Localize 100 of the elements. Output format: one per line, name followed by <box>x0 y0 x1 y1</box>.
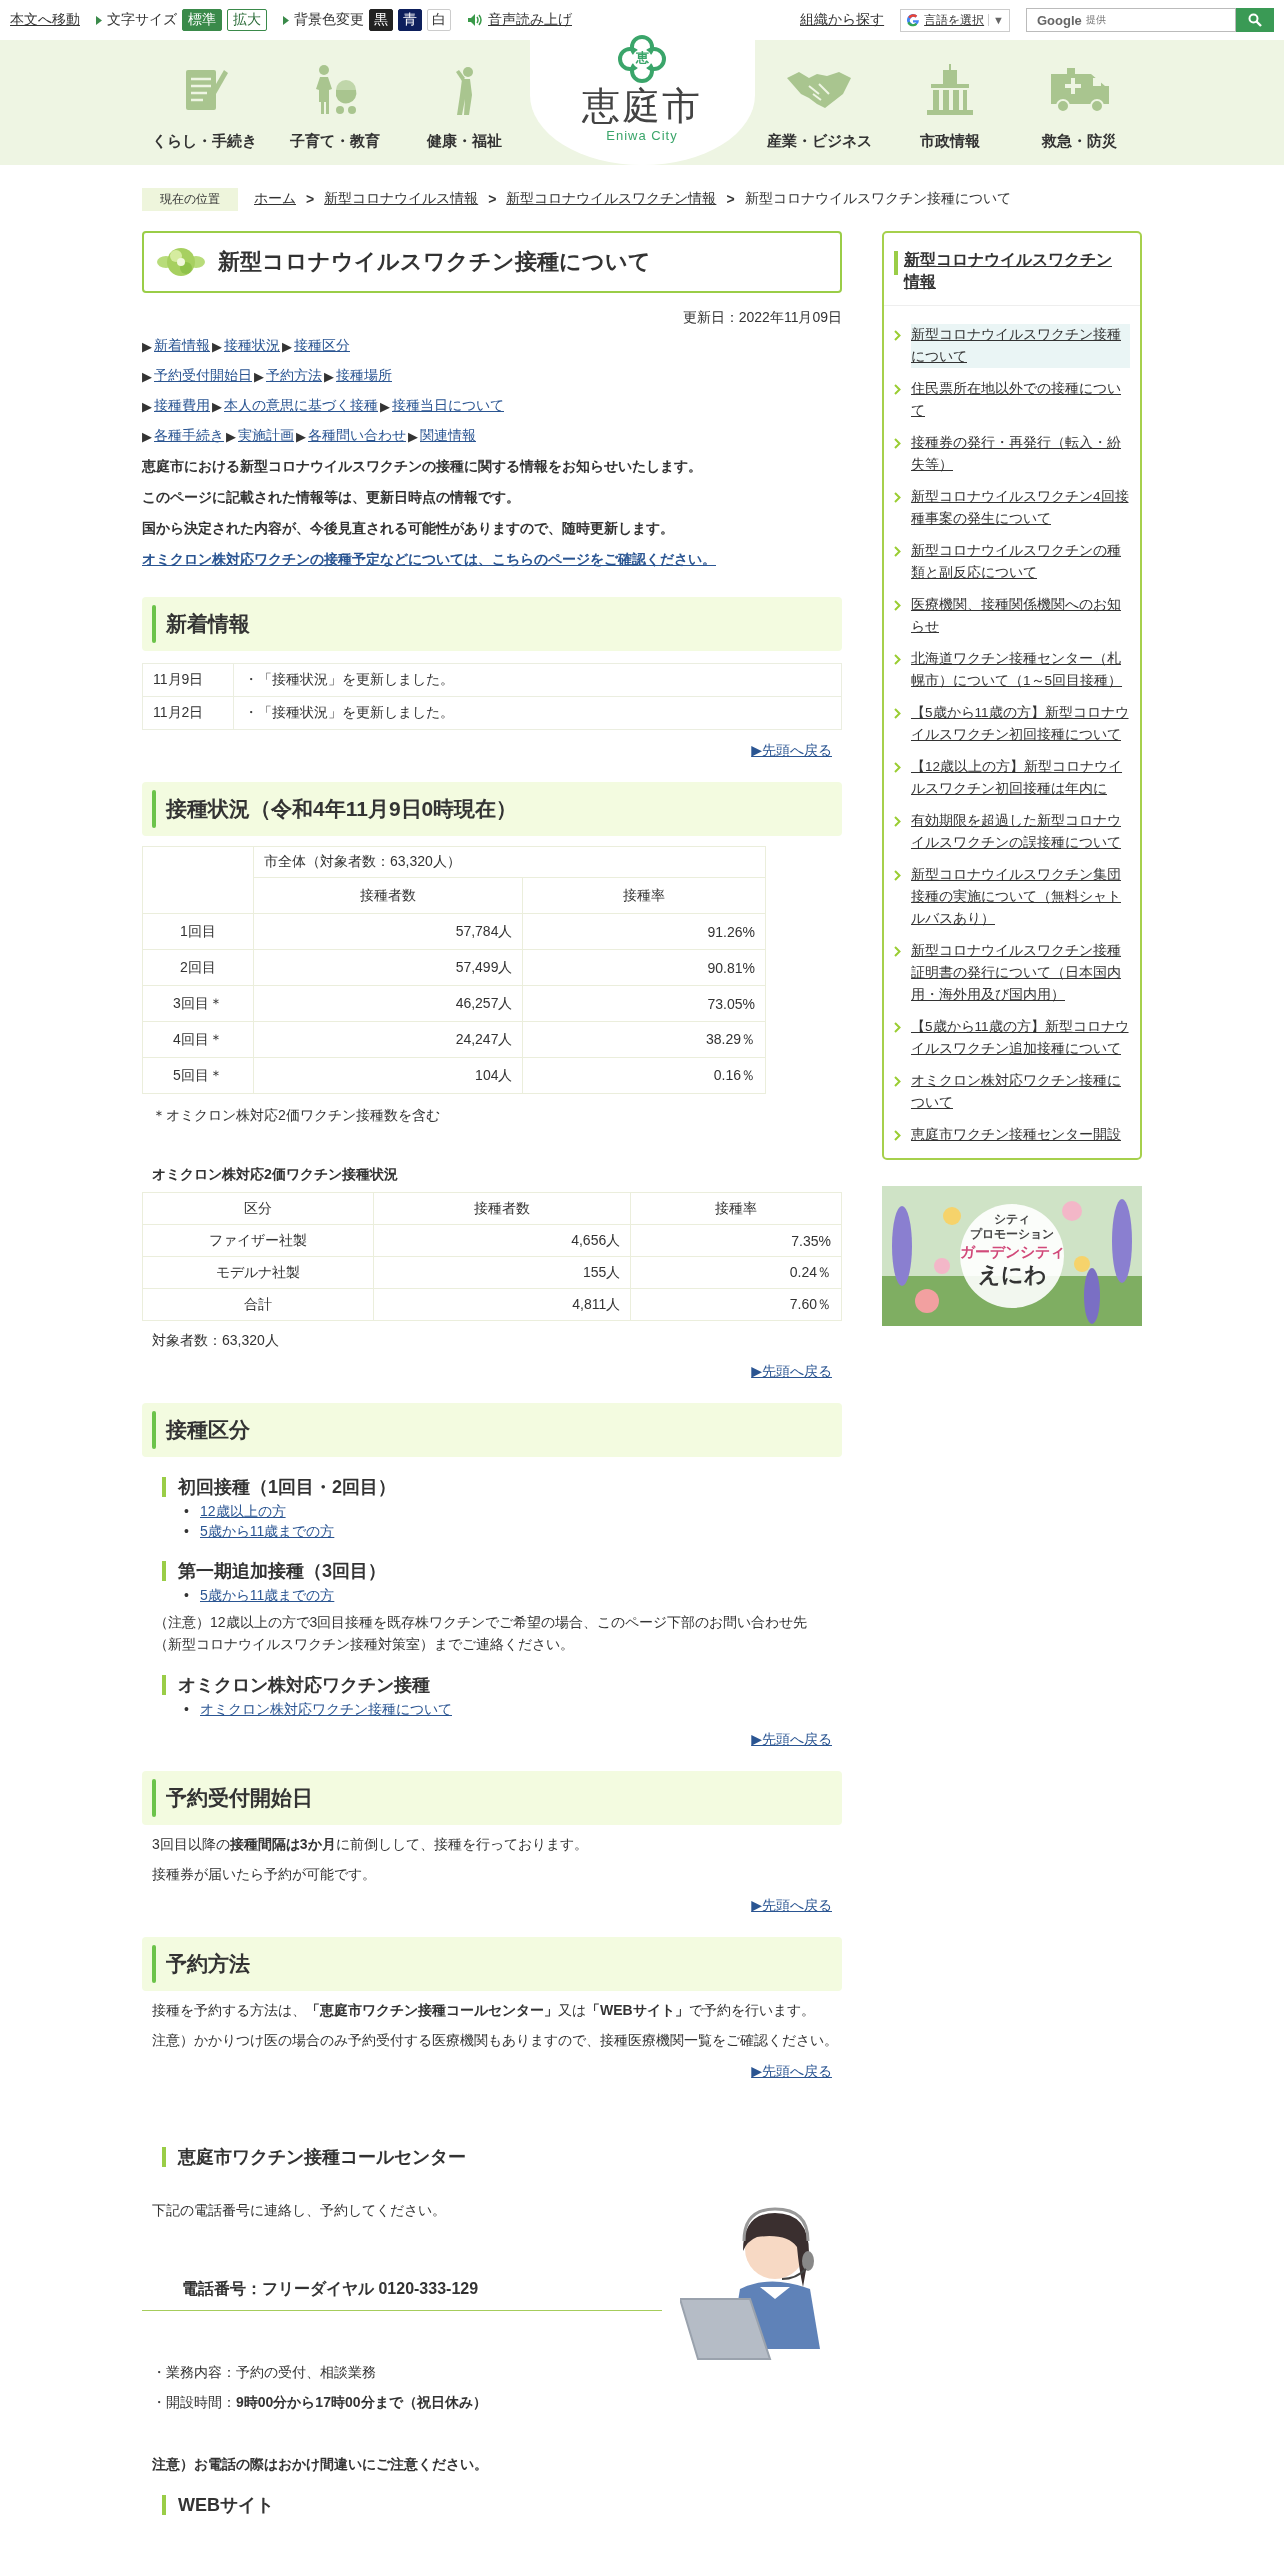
intro-text: このページに記載された情報等は、更新日時点の情報です。 <box>142 488 521 507</box>
anchor-link[interactable]: 各種問い合わせ <box>308 427 406 445</box>
intro-text: 恵庭市における新型コロナウイルスワクチンの接種に関する情報をお知らせいたします。 <box>142 457 703 476</box>
table-cell: 0.16％ <box>522 1057 766 1094</box>
triangle-marker: ▶ <box>226 428 236 444</box>
breadcrumb-separator: > <box>306 191 315 207</box>
read-aloud-link[interactable]: 音声読み上げ <box>488 11 572 29</box>
triangle-marker: ▶ <box>212 338 222 354</box>
table-cell: 7.60％ <box>630 1288 842 1321</box>
organization-search-link[interactable]: 組織から探す <box>800 11 885 29</box>
table-cell: 4,811人 <box>373 1288 631 1321</box>
search-field[interactable]: Google 提供 <box>1026 8 1236 32</box>
list-link[interactable]: 12歳以上の方 <box>200 1503 286 1519</box>
anchor-link[interactable]: 予約方法 <box>266 367 322 385</box>
warning-text: 注意）お電話の際はおかけ間違いにご注意ください。 <box>151 2455 489 2474</box>
chevron-icon <box>894 946 901 957</box>
anchor-link[interactable]: 接種費用 <box>154 397 210 415</box>
subsection-heading: 恵庭市ワクチン接種コールセンター <box>162 2147 842 2167</box>
sidebar-link[interactable]: 【5歳から11歳の方】新型コロナウイルスワクチン追加接種について <box>911 1016 1130 1060</box>
news-date: 11月2日 <box>142 696 234 730</box>
nav-item[interactable]: くらし・手続き <box>139 40 270 165</box>
table-cell: 7.35% <box>630 1224 842 1257</box>
nav-item[interactable]: 健康・福祉 <box>399 40 530 165</box>
table-cell: 4,656人 <box>373 1224 631 1257</box>
font-size-button[interactable]: 拡大 <box>227 9 267 31</box>
breadcrumb-separator: > <box>488 191 497 207</box>
column-header: 接種率 <box>630 1192 842 1225</box>
sidebar-link[interactable]: 有効期限を超過した新型コロナウイルスワクチンの誤接種について <box>911 810 1130 854</box>
nav-item[interactable]: 産業・ビジネス <box>754 40 885 165</box>
skip-link[interactable]: 本文へ移動 <box>10 11 80 29</box>
font-size-label: 文字サイズ <box>107 11 177 29</box>
table-cell: 57,784人 <box>253 913 523 950</box>
nav-item[interactable]: 子育て・教育 <box>269 40 400 165</box>
list-link[interactable]: 5歳から11歳までの方 <box>200 1587 335 1603</box>
triangle-marker: ▶ <box>212 398 222 414</box>
breadcrumb-link[interactable]: 新型コロナウイルス情報 <box>324 190 479 208</box>
list-link[interactable]: 5歳から11歳までの方 <box>200 1523 335 1539</box>
list-link[interactable]: オミクロン株対応ワクチン接種について <box>200 1701 452 1717</box>
sidebar-link[interactable]: 新型コロナウイルスワクチンの種類と副反応について <box>911 540 1130 584</box>
font-size-button[interactable]: 標準 <box>182 9 222 31</box>
background-color-button[interactable]: 青 <box>398 9 422 31</box>
bullet-marker: • <box>184 1502 190 1521</box>
intro-text: 国から決定された内容が、今後見直される可能性がありますので、随時更新します。 <box>142 519 675 538</box>
breadcrumb-separator: > <box>726 191 735 207</box>
triangle-marker: ▶ <box>142 428 152 444</box>
sidebar-link[interactable]: 新型コロナウイルスワクチン集団接種の実施について（無料シャトルバスあり） <box>911 864 1130 930</box>
sidebar-link[interactable]: オミクロン株対応ワクチン接種について <box>911 1070 1130 1114</box>
back-to-top-link[interactable]: ▶先頭へ戻る <box>751 2063 832 2079</box>
search-button[interactable] <box>1236 8 1274 32</box>
triangle-marker: ▶ <box>142 338 152 354</box>
sidebar-link[interactable]: 北海道ワクチン接種センター（札幌市）について（1～5回目接種） <box>911 648 1130 692</box>
anchor-link[interactable]: 接種当日について <box>392 397 504 415</box>
back-to-top-link[interactable]: ▶先頭へ戻る <box>751 1731 832 1747</box>
background-color-label: 背景色変更 <box>294 11 364 29</box>
background-color-button[interactable]: 黒 <box>369 9 393 31</box>
anchor-link[interactable]: 実施計画 <box>238 427 294 445</box>
anchor-link[interactable]: 接種状況 <box>224 337 280 355</box>
nav-item[interactable]: 救急・防災 <box>1014 40 1145 165</box>
row-header: 3回目＊ <box>142 985 254 1022</box>
table-cell: 104人 <box>253 1057 523 1094</box>
anchor-link[interactable]: 予約受付開始日 <box>154 367 252 385</box>
body-text: 3回目以降の接種間隔は3か月に前倒しして、接種を行っております。 <box>151 1835 589 1854</box>
promotion-banner[interactable]: シティ プロモーション ガーデンシティ えにわ <box>882 1186 1142 1326</box>
sidebar-link[interactable]: 【5歳から11歳の方】新型コロナウイルスワクチン初回接種について <box>911 702 1130 746</box>
triangle-marker: ▶ <box>282 338 292 354</box>
info-link[interactable]: オミクロン株対応ワクチンの接種予定などについては、こちらのページをご確認ください。 <box>142 551 716 567</box>
sidebar-link[interactable]: 恵庭市ワクチン接種センター開設 <box>911 1124 1121 1146</box>
breadcrumb-link[interactable]: 新型コロナウイルスワクチン情報 <box>506 190 717 208</box>
anchor-link[interactable]: 各種手続き <box>154 427 224 445</box>
anchor-link[interactable]: 関連情報 <box>420 427 476 445</box>
section-heading: 予約受付開始日 <box>142 1771 842 1825</box>
chevron-icon <box>894 708 901 719</box>
sidebar-link[interactable]: 新型コロナウイルスワクチン接種証明書の発行について（日本国内用・海外用及び国内用） <box>911 940 1130 1006</box>
back-to-top-link[interactable]: ▶先頭へ戻る <box>751 1897 832 1913</box>
anchor-link[interactable]: 接種区分 <box>294 337 350 355</box>
google-icon <box>906 13 921 27</box>
language-select[interactable]: 言語を選択 ▼ <box>900 8 1010 32</box>
sidebar-link[interactable]: 新型コロナウイルスワクチン接種について <box>911 324 1130 368</box>
news-text: ・「接種状況」を更新しました。 <box>233 696 842 730</box>
back-to-top-link[interactable]: ▶先頭へ戻る <box>751 1363 832 1379</box>
sidebar-link[interactable]: 【12歳以上の方】新型コロナウイルスワクチン初回接種は年内に <box>911 756 1130 800</box>
nav-item[interactable]: 市政情報 <box>884 40 1015 165</box>
sidebar-link[interactable]: 住民票所在地以外での接種について <box>911 378 1130 422</box>
back-to-top-link[interactable]: ▶先頭へ戻る <box>751 742 832 758</box>
body-text: 接種を予約する方法は、「恵庭市ワクチン接種コールセンター」又は「WEBサイト」で予約を行います。 <box>151 2001 816 2020</box>
sidebar-link[interactable]: 新型コロナウイルスワクチン4回接種事案の発生について <box>911 486 1130 530</box>
anchor-link[interactable]: 新着情報 <box>154 337 210 355</box>
triangle-marker: ▶ <box>408 428 418 444</box>
background-color-button[interactable]: 白 <box>427 9 451 31</box>
triangle-marker: ▶ <box>254 368 264 384</box>
table-cell: 90.81% <box>522 949 766 986</box>
city-emblem-icon <box>617 34 667 84</box>
anchor-link[interactable]: 本人の意思に基づく接種 <box>224 397 378 415</box>
sidebar-link[interactable]: 接種券の発行・再発行（転入・紛失等） <box>911 432 1130 476</box>
sidebar-link[interactable]: 医療機関、接種関係機関へのお知らせ <box>911 594 1130 638</box>
anchor-link[interactable]: 接種場所 <box>336 367 392 385</box>
body-text: 対象者数：63,320人 <box>151 1331 280 1350</box>
sidebar-title-link[interactable]: 新型コロナウイルスワクチン情報 <box>904 249 1126 293</box>
banner-title: ガーデンシティ <box>959 1242 1065 1262</box>
breadcrumb-link[interactable]: ホーム <box>254 190 296 208</box>
